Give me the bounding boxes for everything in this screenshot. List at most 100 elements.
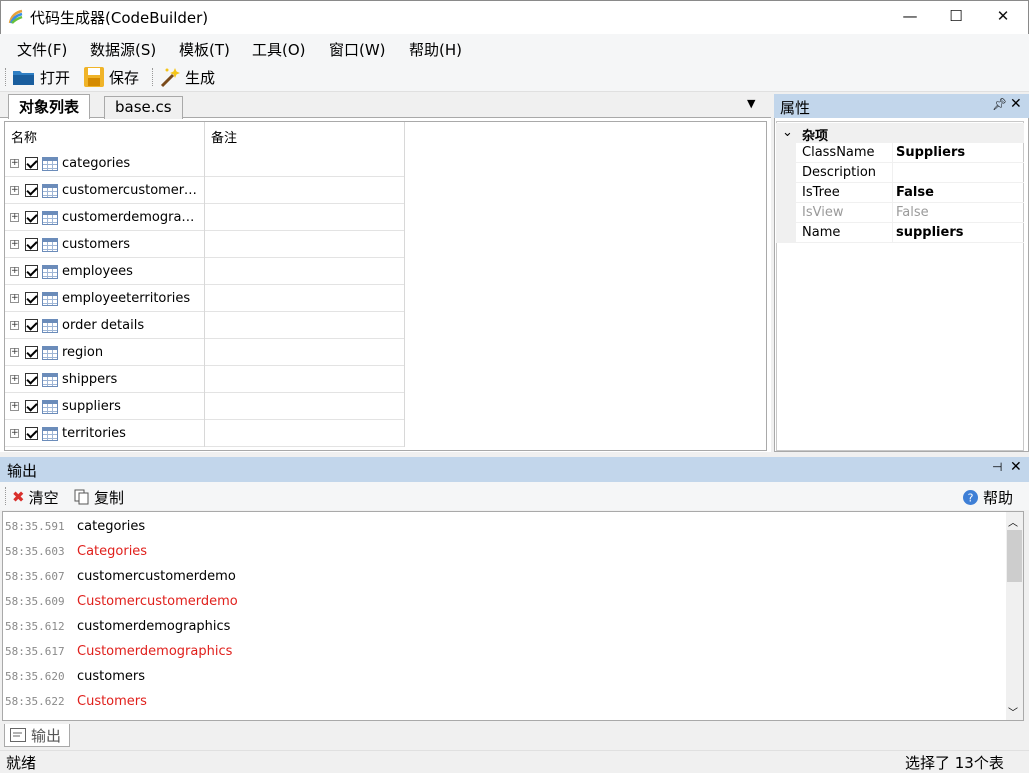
property-divider[interactable] bbox=[892, 183, 893, 203]
cell-name[interactable]: + employees bbox=[5, 258, 205, 285]
menu-file[interactable]: 文件(F) bbox=[17, 39, 67, 60]
table-row[interactable]: + categories bbox=[5, 150, 405, 177]
table-row[interactable]: + employees bbox=[5, 258, 405, 285]
copy-button[interactable]: 复制 bbox=[74, 485, 124, 509]
menu-datasource[interactable]: 数据源(S) bbox=[90, 39, 156, 60]
output-toolbar-grip[interactable] bbox=[5, 487, 7, 505]
cell-name[interactable]: + shippers bbox=[5, 366, 205, 393]
generate-button[interactable]: 生成 bbox=[159, 65, 215, 89]
menu-tools[interactable]: 工具(O) bbox=[252, 39, 306, 60]
expand-icon[interactable]: + bbox=[10, 375, 19, 384]
table-row[interactable]: + customerdemograph… bbox=[5, 204, 405, 231]
collapse-icon[interactable]: ⌄ bbox=[782, 125, 793, 140]
table-row[interactable]: + customercustomerd… bbox=[5, 177, 405, 204]
properties-close-icon[interactable]: ✕ bbox=[1010, 96, 1022, 112]
expand-icon[interactable]: + bbox=[10, 402, 19, 411]
expand-icon[interactable]: + bbox=[10, 267, 19, 276]
expand-icon[interactable]: + bbox=[10, 294, 19, 303]
minimize-button[interactable]: — bbox=[887, 0, 933, 33]
expand-icon[interactable]: + bbox=[10, 213, 19, 222]
pin-icon[interactable]: 📌︎ bbox=[992, 97, 1007, 111]
expand-icon[interactable]: + bbox=[10, 186, 19, 195]
menu-window[interactable]: 窗口(W) bbox=[329, 39, 386, 60]
row-checkbox[interactable] bbox=[25, 211, 38, 224]
table-row[interactable]: + employeeterritories bbox=[5, 285, 405, 312]
table-row[interactable]: + shippers bbox=[5, 366, 405, 393]
table-row[interactable]: + region bbox=[5, 339, 405, 366]
cell-name[interactable]: + categories bbox=[5, 150, 205, 177]
property-category[interactable]: ⌄ 杂项 bbox=[776, 123, 1024, 144]
property-divider[interactable] bbox=[892, 203, 893, 223]
property-row[interactable]: ClassName Suppliers bbox=[776, 143, 1024, 163]
scroll-down-icon[interactable]: ﹀ bbox=[1008, 704, 1018, 719]
clear-button[interactable]: ✖ 清空 bbox=[12, 485, 59, 509]
menu-template[interactable]: 模板(T) bbox=[179, 39, 230, 60]
property-divider[interactable] bbox=[892, 143, 893, 163]
cell-name[interactable]: + customercustomerd… bbox=[5, 177, 205, 204]
tab-base-cs[interactable]: base.cs bbox=[104, 96, 183, 119]
cell-name[interactable]: + customerdemograph… bbox=[5, 204, 205, 231]
expand-icon[interactable]: + bbox=[10, 159, 19, 168]
close-button[interactable]: ✕ bbox=[980, 0, 1026, 33]
row-checkbox[interactable] bbox=[25, 346, 38, 359]
cell-note[interactable] bbox=[205, 420, 405, 447]
row-checkbox[interactable] bbox=[25, 265, 38, 278]
save-button[interactable]: 保存 bbox=[83, 65, 139, 89]
scroll-up-icon[interactable]: ︿ bbox=[1008, 514, 1018, 529]
table-row[interactable]: + suppliers bbox=[5, 393, 405, 420]
row-checkbox[interactable] bbox=[25, 157, 38, 170]
row-checkbox[interactable] bbox=[25, 427, 38, 440]
cell-name[interactable]: + customers bbox=[5, 231, 205, 258]
toolbar-grip[interactable] bbox=[5, 68, 7, 86]
cell-note[interactable] bbox=[205, 339, 405, 366]
cell-name[interactable]: + territories bbox=[5, 420, 205, 447]
menu-help[interactable]: 帮助(H) bbox=[409, 39, 462, 60]
scroll-thumb[interactable] bbox=[1007, 530, 1022, 582]
cell-name[interactable]: + employeeterritories bbox=[5, 285, 205, 312]
cell-note[interactable] bbox=[205, 393, 405, 420]
property-row[interactable]: IsView False bbox=[776, 203, 1024, 223]
output-log[interactable]: 58:35.591 categories 58:35.603 Categories 58… bbox=[2, 511, 1024, 721]
property-divider[interactable] bbox=[892, 223, 893, 243]
tab-dropdown-icon[interactable]: ▼ bbox=[747, 97, 755, 110]
row-checkbox[interactable] bbox=[25, 319, 38, 332]
tab-output[interactable]: 输出 bbox=[4, 724, 70, 747]
cell-note[interactable] bbox=[205, 204, 405, 231]
row-checkbox[interactable] bbox=[25, 292, 38, 305]
row-checkbox[interactable] bbox=[25, 373, 38, 386]
cell-name[interactable]: + suppliers bbox=[5, 393, 205, 420]
expand-icon[interactable]: + bbox=[10, 240, 19, 249]
table-row[interactable]: + order details bbox=[5, 312, 405, 339]
expand-icon[interactable]: + bbox=[10, 429, 19, 438]
table-row[interactable]: + customers bbox=[5, 231, 405, 258]
cell-note[interactable] bbox=[205, 150, 405, 177]
expand-icon[interactable]: + bbox=[10, 348, 19, 357]
cell-note[interactable] bbox=[205, 285, 405, 312]
row-checkbox[interactable] bbox=[25, 400, 38, 413]
column-header-note[interactable]: 备注 bbox=[205, 122, 405, 150]
property-row[interactable]: Name suppliers bbox=[776, 223, 1024, 243]
tab-object-list[interactable]: 对象列表 bbox=[8, 94, 91, 119]
property-value[interactable]: suppliers bbox=[896, 225, 963, 240]
cell-name[interactable]: + order details bbox=[5, 312, 205, 339]
property-row[interactable]: IsTree False bbox=[776, 183, 1024, 203]
cell-note[interactable] bbox=[205, 231, 405, 258]
expand-icon[interactable]: + bbox=[10, 321, 19, 330]
open-button[interactable]: 打开 bbox=[12, 65, 70, 89]
property-value[interactable]: Suppliers bbox=[896, 145, 965, 160]
cell-note[interactable] bbox=[205, 366, 405, 393]
maximize-button[interactable]: ☐ bbox=[933, 0, 979, 33]
output-close-icon[interactable]: ✕ bbox=[1010, 459, 1022, 475]
column-header-name[interactable]: 名称 bbox=[5, 122, 205, 150]
cell-note[interactable] bbox=[205, 177, 405, 204]
row-checkbox[interactable] bbox=[25, 184, 38, 197]
property-divider[interactable] bbox=[892, 163, 893, 183]
cell-name[interactable]: + region bbox=[5, 339, 205, 366]
property-value[interactable]: False bbox=[896, 185, 934, 200]
property-value[interactable]: False bbox=[896, 205, 929, 220]
cell-note[interactable] bbox=[205, 258, 405, 285]
output-pin-icon[interactable]: ⊣ bbox=[992, 460, 1002, 474]
row-checkbox[interactable] bbox=[25, 238, 38, 251]
property-row[interactable]: Description bbox=[776, 163, 1024, 183]
table-row[interactable]: + territories bbox=[5, 420, 405, 447]
